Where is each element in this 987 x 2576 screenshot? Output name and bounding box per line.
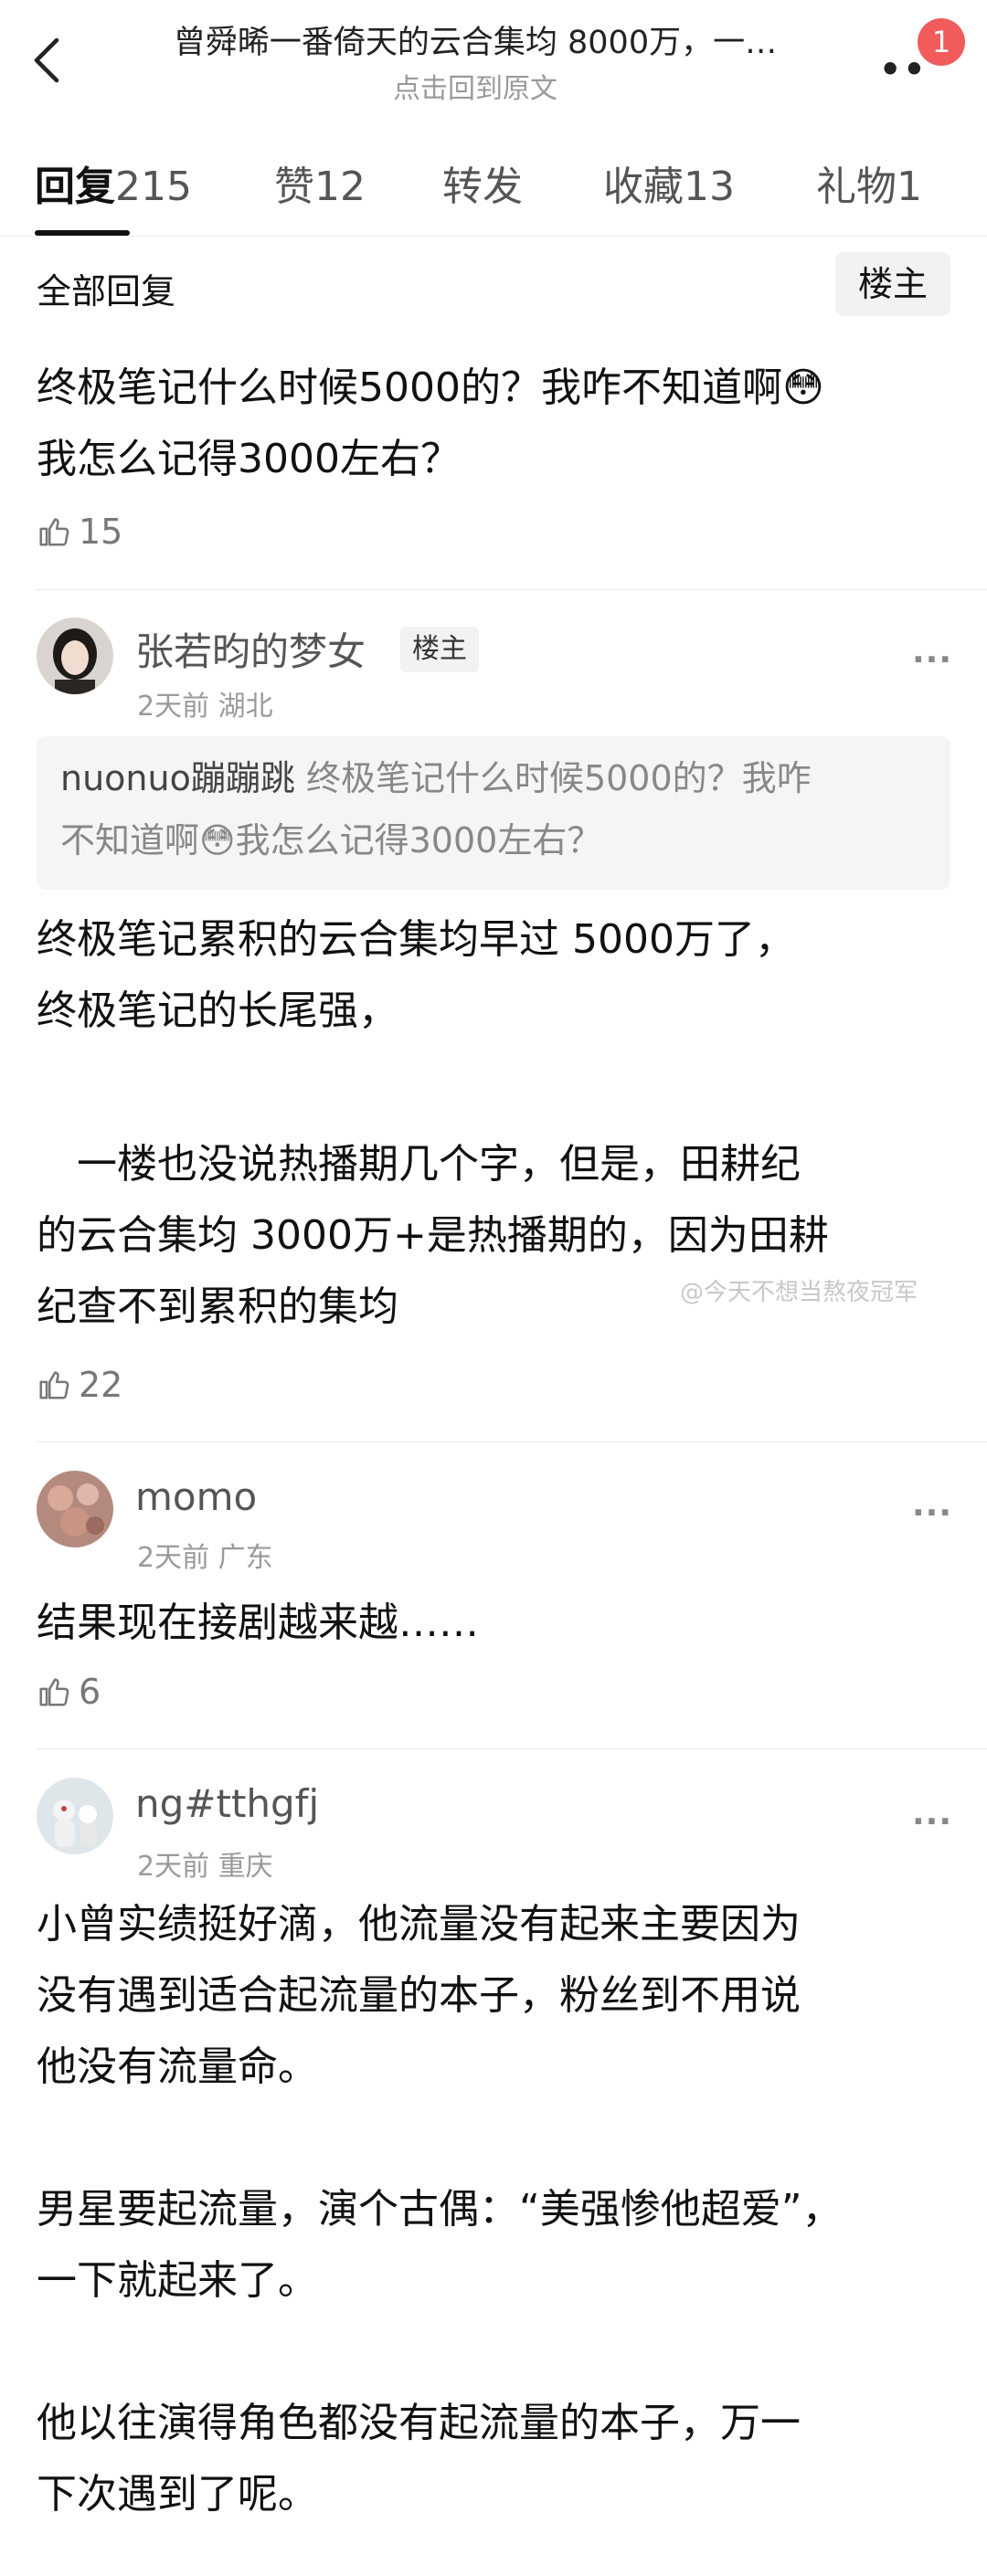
avatar[interactable] [37, 618, 113, 694]
divider [37, 1748, 987, 1749]
comment-line: 的云合集均 3000万+是热播期的，因为田耕 [37, 1212, 829, 1259]
comment-meta: 2天前 湖北 [137, 691, 273, 723]
watermark: @今天不想当熬夜冠军 [680, 1279, 918, 1306]
comment-line: 小曾实绩挺好滴，他流量没有起来主要因为 [37, 1901, 801, 1948]
post-title[interactable]: 曾舜晞一番倚天的云合集均 8000万，一… [110, 16, 841, 63]
avatar[interactable] [37, 1471, 113, 1547]
quoted-text: 终极笔记什么时候5000的？我咋 [305, 758, 812, 798]
notification-badge[interactable]: 1 [918, 18, 965, 66]
quoted-username: nuonuo蹦蹦跳 [60, 758, 295, 798]
more-options-icon[interactable]: ··· [912, 641, 952, 679]
more-options-icon[interactable]: ··· [912, 1494, 952, 1532]
username[interactable]: ng#tthgfj [135, 1781, 319, 1826]
main-post-line: 我怎么记得3000左右？ [37, 436, 461, 482]
back-to-original-link[interactable]: 点击回到原文 [110, 66, 841, 106]
quoted-text: 不知道啊😳我怎么记得3000左右？ [60, 820, 602, 860]
comment-line: 终极笔记累积的云合集均早过 5000万了， [37, 916, 795, 963]
avatar[interactable] [37, 1778, 113, 1854]
top-bar: 曾舜晞一番倚天的云合集均 8000万，一… 点击回到原文 •• 1 [0, 0, 987, 119]
divider [37, 589, 987, 590]
main-post-line: 终极笔记什么时候5000的？我咋不知道啊😳 [37, 364, 824, 411]
divider [37, 1441, 987, 1442]
like-button[interactable]: 22 [37, 1365, 122, 1405]
thumbs-up-icon [39, 1371, 69, 1399]
comment-line: 终极笔记的长尾强， [37, 987, 398, 1034]
owner-only-filter-button[interactable]: 楼主 [835, 252, 950, 316]
comment-line: 他没有流量命。 [37, 2043, 318, 2090]
like-count: 15 [79, 512, 123, 552]
comment-line: 没有遇到适合起流量的本子，粉丝到不用说 [37, 1972, 801, 2019]
comment-line: 下次遇到了呢。 [37, 2471, 318, 2518]
comment-line: 结果现在接剧越来越…… [37, 1599, 479, 1646]
like-button[interactable]: 15 [37, 512, 122, 552]
thumbs-up-icon [39, 518, 69, 546]
owner-tag: 楼主 [400, 627, 479, 672]
username[interactable]: 张若昀的梦女 [135, 621, 366, 677]
chevron-left-icon [34, 37, 59, 83]
more-options-icon[interactable]: •• [879, 49, 928, 90]
comment-line: 一楼也没说热播期几个字，但是，田耕纪 [37, 1141, 801, 1188]
quoted-reply[interactable]: nuonuo蹦蹦跳 终极笔记什么时候5000的？我咋 不知道啊😳我怎么记得300… [37, 736, 950, 890]
like-button[interactable]: 6 [37, 1672, 101, 1712]
comment-meta: 2天前 广东 [137, 1542, 273, 1574]
divider [0, 236, 987, 237]
comment-line: 他以往演得角色都没有起流量的本子，万一 [37, 2400, 801, 2446]
comment-line: 一下就起来了。 [37, 2257, 318, 2304]
tab-favorites[interactable]: 收藏13 [603, 153, 735, 212]
all-replies-label: 全部回复 [37, 271, 176, 311]
back-button[interactable] [26, 33, 71, 88]
more-options-icon[interactable]: ··· [912, 1803, 952, 1841]
tab-likes[interactable]: 赞12 [274, 153, 366, 212]
tab-replies[interactable]: 回复215 [35, 153, 192, 212]
tab-reposts[interactable]: 转发 [442, 153, 523, 212]
tab-bar: 回复215 赞12 转发 收藏13 礼物1 [0, 144, 987, 227]
thumbs-up-icon [39, 1678, 69, 1706]
like-count: 6 [79, 1672, 101, 1712]
like-count: 22 [79, 1365, 123, 1405]
username[interactable]: momo [135, 1474, 257, 1519]
tab-gifts[interactable]: 礼物1 [816, 153, 922, 212]
comment-meta: 2天前 重庆 [137, 1851, 273, 1883]
comment-line: 男星要起流量，演个古偶：“美强惨他超爱”， [37, 2186, 843, 2233]
